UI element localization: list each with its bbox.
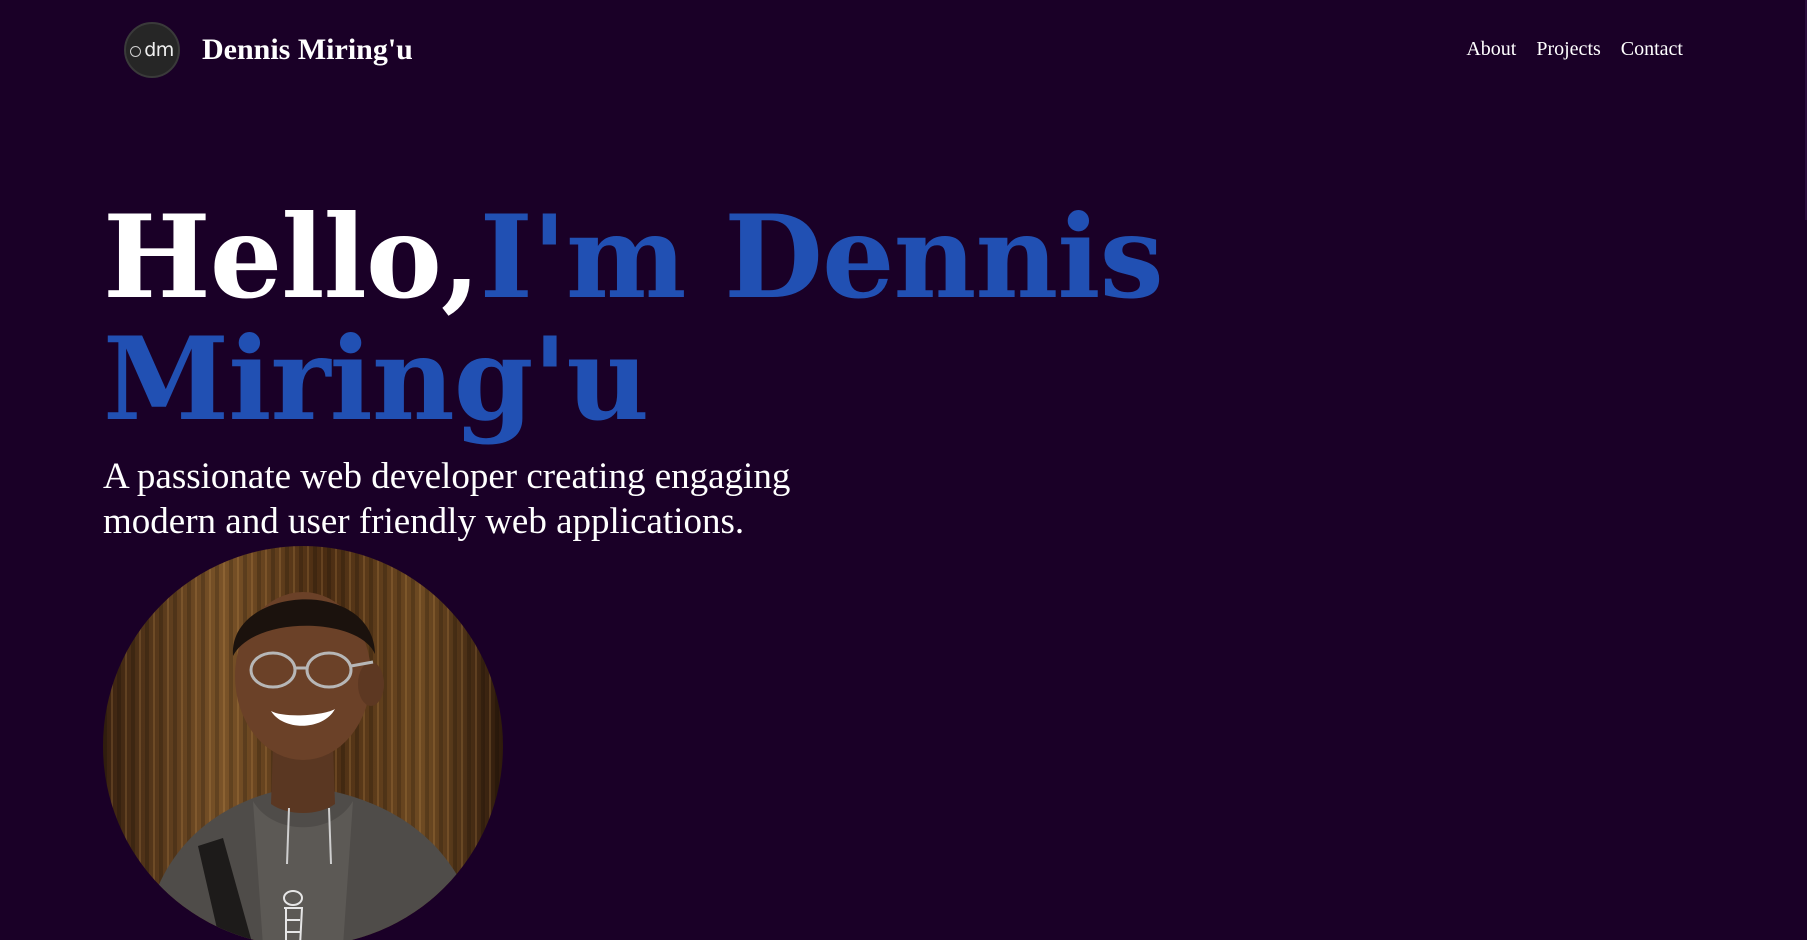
nav-link-projects[interactable]: Projects bbox=[1536, 38, 1600, 61]
dm-monogram-icon[interactable]: dm bbox=[124, 22, 180, 78]
nav-link-about[interactable]: About bbox=[1466, 38, 1516, 61]
hero-headline: Hello,I'm Dennis Miring'u bbox=[103, 196, 1403, 440]
nav-links: About Projects Contact bbox=[1466, 38, 1683, 61]
hero-tagline: A passionate web developer creating enga… bbox=[103, 456, 791, 542]
portfolio-page: dm Dennis Miring'u About Projects Contac… bbox=[0, 0, 1807, 940]
logo-mark-icon bbox=[130, 45, 142, 57]
profile-photo-illustration bbox=[103, 546, 503, 940]
hero-greeting: Hello, bbox=[103, 190, 481, 324]
logo-text: dm bbox=[144, 39, 174, 61]
brand[interactable]: dm Dennis Miring'u bbox=[124, 22, 413, 78]
profile-photo bbox=[103, 546, 503, 940]
brand-name: Dennis Miring'u bbox=[202, 33, 413, 66]
nav-link-contact[interactable]: Contact bbox=[1621, 38, 1683, 61]
navbar: dm Dennis Miring'u About Projects Contac… bbox=[0, 0, 1807, 104]
hero-section: Hello,I'm Dennis Miring'u A passionate w… bbox=[103, 196, 1403, 544]
